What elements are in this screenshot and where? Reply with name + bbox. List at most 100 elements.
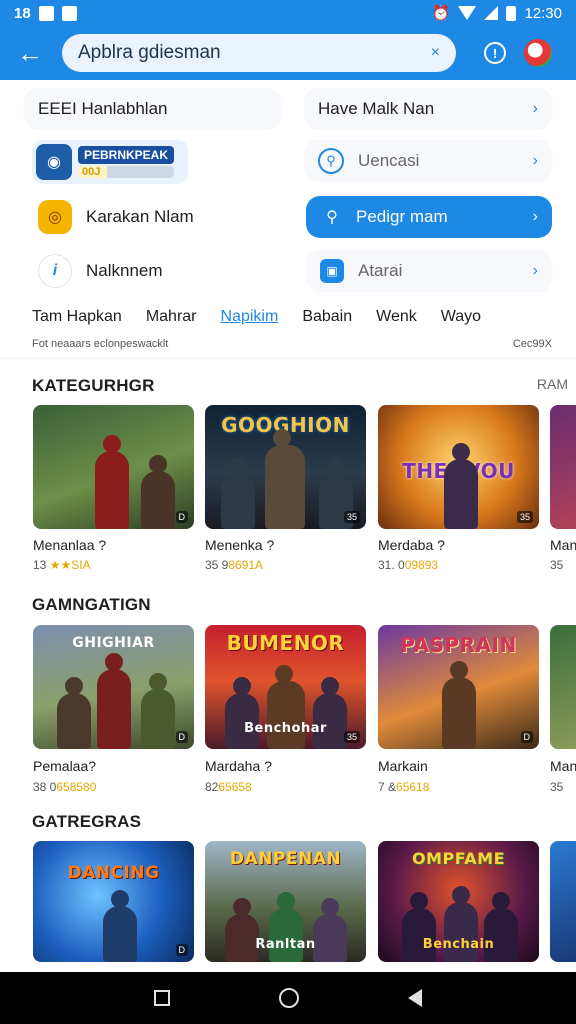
game-rating: 31. 009893 — [378, 558, 439, 572]
quick-card-label: Uencasi — [358, 151, 420, 170]
tile-badge: 35 — [343, 731, 360, 743]
tab-4[interactable]: Babain — [302, 308, 352, 326]
tab-2[interactable]: Mahrar — [146, 308, 197, 326]
game-rating: 35 — [550, 558, 564, 572]
game-tile-partial[interactable] — [550, 625, 576, 749]
quick-card-label: Nalknnem — [86, 261, 163, 280]
tab-6[interactable]: Wayo — [441, 308, 481, 326]
game-art-character — [444, 886, 478, 962]
game-caption: Ranltan — [255, 937, 316, 952]
game-tile[interactable]: DANCING D — [33, 841, 194, 962]
tab-3-active[interactable]: Napikim — [221, 308, 279, 326]
game-art-character — [265, 429, 305, 529]
game-tile-partial[interactable] — [550, 405, 576, 529]
quick-card-1[interactable]: EEEI Hanlabhlan — [24, 88, 282, 130]
game-rating: 35 98691A — [205, 558, 264, 572]
game-title: Menenka ? — [205, 537, 275, 553]
game-rating: 35 — [550, 780, 564, 794]
tile-badge: D — [520, 731, 533, 743]
game-tile[interactable]: GHIGHIAR D — [33, 625, 194, 749]
search-icon: ⚲ — [326, 209, 338, 226]
banner-game-icon: ◉ — [36, 144, 72, 180]
quick-card-label: Karakan Nlam — [86, 207, 194, 226]
recents-square-icon[interactable] — [154, 990, 171, 1006]
game-rating: 8265658 — [205, 780, 252, 794]
game-tile[interactable]: PASPRAIN D — [378, 625, 539, 749]
info-icon[interactable]: ! — [484, 42, 506, 64]
back-triangle-icon[interactable] — [407, 989, 422, 1007]
game-caption: Benchohar — [244, 721, 327, 736]
game-title: Man — [550, 537, 576, 553]
section-title-1: KATEGURHGR — [32, 376, 155, 395]
chevron-right-icon: › — [532, 208, 538, 225]
tab-1[interactable]: Tam Hapkan — [32, 308, 122, 326]
search-bar[interactable]: Apblra gdiesman × — [62, 34, 456, 72]
game-art-character — [103, 890, 137, 962]
chevron-right-icon: › — [532, 262, 538, 279]
gamepad-icon: ▣ — [320, 259, 344, 283]
status-time-left: 18 — [14, 4, 31, 22]
game-logo: BUMENOR — [226, 631, 345, 655]
game-logo: DANPENAN — [229, 849, 342, 869]
game-art-character — [484, 892, 518, 962]
game-art-character — [57, 677, 91, 749]
game-art-character — [444, 443, 478, 529]
game-title: Markain — [378, 758, 428, 774]
message-icon — [61, 5, 77, 21]
tile-badge: 35 — [516, 511, 533, 523]
tab-subtitle: Fot neaaars eclonpeswacklt — [32, 338, 169, 350]
banner-progress: 00J — [78, 166, 175, 178]
game-title: Mardaha ? — [205, 758, 272, 774]
section-title-2: GAMNGATIGN — [32, 595, 151, 614]
quick-card-3[interactable]: ⚲ Uencasi › — [304, 140, 552, 182]
game-tile[interactable]: GOOGHION 35 — [205, 405, 366, 529]
game-logo: DANCING — [67, 863, 160, 883]
tile-badge: D — [175, 511, 188, 523]
home-circle-icon[interactable] — [278, 988, 299, 1008]
tile-badge: 35 — [343, 511, 360, 523]
quick-card-label: EEEI Hanlabhlan — [38, 99, 168, 118]
game-logo: OMPFAME — [411, 849, 506, 868]
quick-card-5-highlighted[interactable]: ⚲ Pedigr mam › — [306, 196, 552, 238]
game-tile[interactable]: D — [33, 405, 194, 529]
quick-card-2[interactable]: Have Malk Nan › — [304, 88, 552, 130]
game-title: Merdaba ? — [378, 537, 445, 553]
status-time: 12:30 — [524, 4, 562, 22]
section-title-3: GATREGRAS — [32, 812, 142, 831]
game-art-character — [221, 457, 255, 529]
game-art-character — [402, 892, 436, 962]
wifi-icon — [458, 6, 477, 20]
signal-icon — [484, 6, 499, 20]
game-title: Man — [550, 758, 576, 774]
game-tile[interactable]: THENVOU 35 — [378, 405, 539, 529]
game-art-character — [95, 435, 129, 529]
game-logo: GHIGHIAR — [72, 635, 155, 651]
profile-avatar[interactable] — [524, 39, 552, 67]
game-art-character — [141, 455, 175, 529]
tile-badge: D — [175, 944, 188, 956]
quick-card-7[interactable]: ▣ Atarai › — [306, 250, 552, 292]
clear-search-icon[interactable]: × — [431, 44, 440, 62]
game-tile[interactable]: OMPFAME Benchain — [378, 841, 539, 962]
category-tabs: Tam Hapkan Mahrar Napikim Babain Wenk Wa… — [0, 302, 576, 332]
quick-card-6[interactable]: i Nalknnem — [24, 250, 282, 292]
tab-subtitle-right: Cec99X — [512, 338, 552, 350]
game-tile[interactable]: BUMENOR Benchohar 35 — [205, 625, 366, 749]
info-circle-icon: i — [38, 254, 72, 288]
tile-badge: D — [175, 731, 188, 743]
promo-banner[interactable]: ◉ PEBRNKPEAK 00J — [32, 140, 188, 184]
quick-card-4[interactable]: ◎ Karakan Nlam — [24, 196, 282, 238]
tab-5[interactable]: Wenk — [376, 308, 417, 326]
status-bar: 18 ⏰ 12:30 — [0, 0, 576, 26]
game-tile[interactable]: DANPENAN Ranltan — [205, 841, 366, 962]
game-art-character — [97, 653, 131, 749]
game-art-character — [442, 661, 476, 749]
banner-title: PEBRNKPEAK — [78, 146, 175, 164]
chevron-right-icon: › — [532, 100, 538, 117]
back-arrow-icon[interactable]: ← — [12, 35, 48, 71]
game-tile-partial[interactable] — [550, 841, 576, 962]
quick-card-label: Have Malk Nan — [318, 99, 435, 118]
section-more-link[interactable]: RAM — [537, 376, 568, 392]
game-art-character — [141, 673, 175, 749]
search-query-text[interactable]: Apblra gdiesman — [78, 42, 431, 64]
